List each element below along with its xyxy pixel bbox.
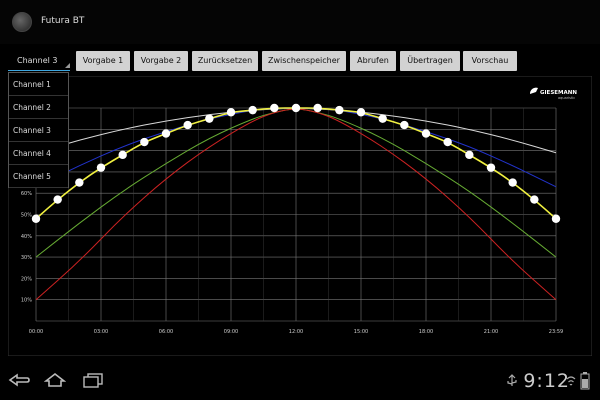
x-tick-label: 23:59 <box>549 329 563 335</box>
control-point <box>161 129 171 138</box>
control-point <box>313 103 322 113</box>
channel-select-value: Channel 3 <box>17 56 58 65</box>
y-tick-label: 20% <box>21 276 32 282</box>
zwischenspeicher-button[interactable]: Zwischenspeicher <box>262 51 346 71</box>
y-tick-label: 50% <box>21 213 32 219</box>
back-icon[interactable] <box>8 372 30 388</box>
control-point <box>291 103 301 113</box>
x-tick-label: 00:00 <box>29 329 43 335</box>
status-clock: 9:12 <box>523 370 570 392</box>
home-icon[interactable] <box>44 372 66 388</box>
control-point <box>270 103 279 113</box>
dropdown-item-channel-3[interactable]: Channel 3 <box>9 119 68 142</box>
control-point <box>205 114 214 123</box>
x-tick-label: 06:00 <box>159 329 173 335</box>
channel-dropdown[interactable]: Channel 1 Channel 2 Channel 3 Channel 4 … <box>8 72 69 188</box>
vorschau-button[interactable]: Vorschau <box>463 51 517 71</box>
control-point <box>421 129 431 138</box>
control-point <box>400 120 409 130</box>
vorgabe-2-button[interactable]: Vorgabe 2 <box>134 51 188 71</box>
vorgabe-1-button[interactable]: Vorgabe 1 <box>76 51 130 71</box>
uebertragen-button[interactable]: Übertragen <box>400 51 460 71</box>
y-tick-label: 10% <box>21 298 32 304</box>
control-point <box>75 178 84 187</box>
x-tick-label: 12:00 <box>289 329 303 335</box>
channel-select[interactable]: Channel 3 <box>8 51 70 71</box>
control-point <box>443 137 452 147</box>
recent-apps-icon[interactable] <box>82 372 104 388</box>
control-point <box>96 163 106 172</box>
dropdown-item-channel-5[interactable]: Channel 5 <box>9 165 68 188</box>
battery-icon <box>580 372 590 390</box>
control-point <box>31 214 41 223</box>
control-point <box>248 105 257 115</box>
control-point <box>53 195 62 204</box>
x-tick-label: 18:00 <box>419 329 433 335</box>
control-point <box>140 137 149 147</box>
abrufen-button[interactable]: Abrufen <box>350 51 396 71</box>
title-bar: Futura BT <box>0 0 600 44</box>
control-point <box>183 120 192 130</box>
control-point <box>465 150 474 160</box>
dropdown-item-channel-1[interactable]: Channel 1 <box>9 73 68 96</box>
zuruecksetzen-button[interactable]: Zurücksetzen <box>192 51 258 71</box>
control-point <box>378 114 387 123</box>
y-tick-label: 60% <box>21 191 32 197</box>
control-point <box>508 178 517 187</box>
x-tick-label: 21:00 <box>484 329 498 335</box>
y-tick-label: 30% <box>21 255 32 261</box>
brand-tagline: aquaristic <box>558 96 575 100</box>
light-curve-chart[interactable]: 10%20%30%40%50%60%70%80%90%100% 00:0003:… <box>7 75 593 357</box>
toolbar: Channel 3 Vorgabe 1 Vorgabe 2 Zurücksetz… <box>8 51 598 71</box>
control-point <box>551 214 561 223</box>
control-point <box>486 163 496 172</box>
dropdown-item-channel-2[interactable]: Channel 2 <box>9 96 68 119</box>
wifi-icon <box>566 376 576 386</box>
control-point <box>226 108 236 117</box>
x-tick-label: 09:00 <box>224 329 238 335</box>
app-title: Futura BT <box>41 16 85 26</box>
chart-svg: 10%20%30%40%50%60%70%80%90%100% 00:0003:… <box>7 75 593 357</box>
x-tick-label: 03:00 <box>94 329 108 335</box>
x-tick-label: 15:00 <box>354 329 368 335</box>
control-point <box>335 105 344 115</box>
app-logo-icon <box>12 12 32 32</box>
y-tick-label: 40% <box>21 234 32 240</box>
control-point <box>530 195 539 204</box>
usb-icon <box>507 374 517 386</box>
dropdown-item-channel-4[interactable]: Channel 4 <box>9 142 68 165</box>
control-point <box>118 150 127 160</box>
control-point <box>356 108 366 117</box>
system-nav-bar: 9:12 <box>0 362 600 400</box>
dropdown-triangle-icon <box>65 63 70 68</box>
